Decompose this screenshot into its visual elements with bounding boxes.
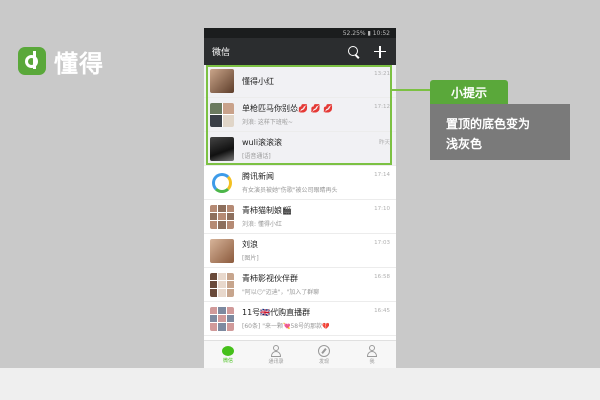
callout-line: 浅灰色 <box>446 137 483 151</box>
chat-preview: 有女演员被她"伤歌"被公司眼睛再头 <box>242 187 338 194</box>
chat-time: 16:58 <box>374 274 390 280</box>
callout-line: 置顶的底色变为 <box>446 117 531 131</box>
chat-name: 青柿猫制娘🎬 <box>242 206 292 215</box>
avatar <box>210 170 234 195</box>
chat-name: 青柿影视伙伴群 <box>242 274 298 283</box>
app-title-bar: 微信 <box>204 38 396 65</box>
chat-row[interactable]: 刘浪 [图片] 17:03 <box>204 234 396 268</box>
tab-label: 微信 <box>222 357 233 364</box>
callout-body: 置顶的底色变为 浅灰色 <box>430 104 570 160</box>
chat-row[interactable]: 青柿猫制娘🎬 刘浪: 懂得小红 17:10 <box>204 200 396 234</box>
chat-preview: [图片] <box>242 255 259 262</box>
chat-row[interactable]: 腾讯新闻 有女演员被她"伤歌"被公司眼睛再头 17:14 <box>204 166 396 200</box>
status-text: 52.25% ▮ 10:52 <box>342 29 390 37</box>
person-icon <box>366 344 378 357</box>
avatar <box>210 272 234 297</box>
avatar <box>210 306 234 331</box>
bottom-tab-bar: 微信 通讯录 发现 我 <box>204 340 396 368</box>
chat-name: 腾讯新闻 <box>242 172 274 181</box>
logo-text: 懂得 <box>54 49 104 78</box>
chat-time: 17:03 <box>374 240 390 246</box>
chat-time: 17:10 <box>374 206 390 212</box>
tab-discover[interactable]: 发现 <box>300 341 348 368</box>
logo-icon <box>18 47 46 75</box>
search-icon[interactable] <box>346 44 362 60</box>
tab-label: 我 <box>369 358 375 365</box>
chat-bubble-icon <box>222 345 234 356</box>
chat-row[interactable]: 11号🇬🇧代购直播群 [60条] "来一颗💘58号的那款💔 16:45 <box>204 302 396 336</box>
chat-name: 刘浪 <box>242 240 258 249</box>
tab-contacts[interactable]: 通讯录 <box>252 341 300 368</box>
tab-label: 通讯录 <box>268 358 284 365</box>
avatar <box>210 204 234 229</box>
avatar <box>210 238 234 263</box>
callout-title: 小提示 <box>430 80 508 104</box>
chat-preview: "阿以😶"迈迪"，"加入了群聊 <box>242 289 320 296</box>
compass-icon <box>318 344 330 357</box>
tab-me[interactable]: 我 <box>348 341 396 368</box>
chat-time: 17:14 <box>374 172 390 178</box>
pinned-highlight-box <box>206 65 392 165</box>
bottom-band <box>0 368 600 400</box>
chat-row[interactable]: 青柿影视伙伴群 "阿以😶"迈迪"，"加入了群聊 16:58 <box>204 268 396 302</box>
chat-name: 11号🇬🇧代购直播群 <box>242 308 311 317</box>
add-icon[interactable] <box>372 44 388 60</box>
callout-connector <box>392 89 430 91</box>
chat-time: 16:45 <box>374 308 390 314</box>
contacts-icon <box>270 344 282 357</box>
brand-logo: 懂得 <box>18 46 104 78</box>
chat-preview: [60条] "来一颗💘58号的那款💔 <box>242 323 330 330</box>
chat-preview: 刘浪: 懂得小红 <box>242 221 282 228</box>
app-title: 微信 <box>212 48 231 58</box>
tab-label: 发现 <box>318 358 329 365</box>
tab-chats[interactable]: 微信 <box>204 341 252 368</box>
status-bar: 52.25% ▮ 10:52 <box>204 28 396 38</box>
